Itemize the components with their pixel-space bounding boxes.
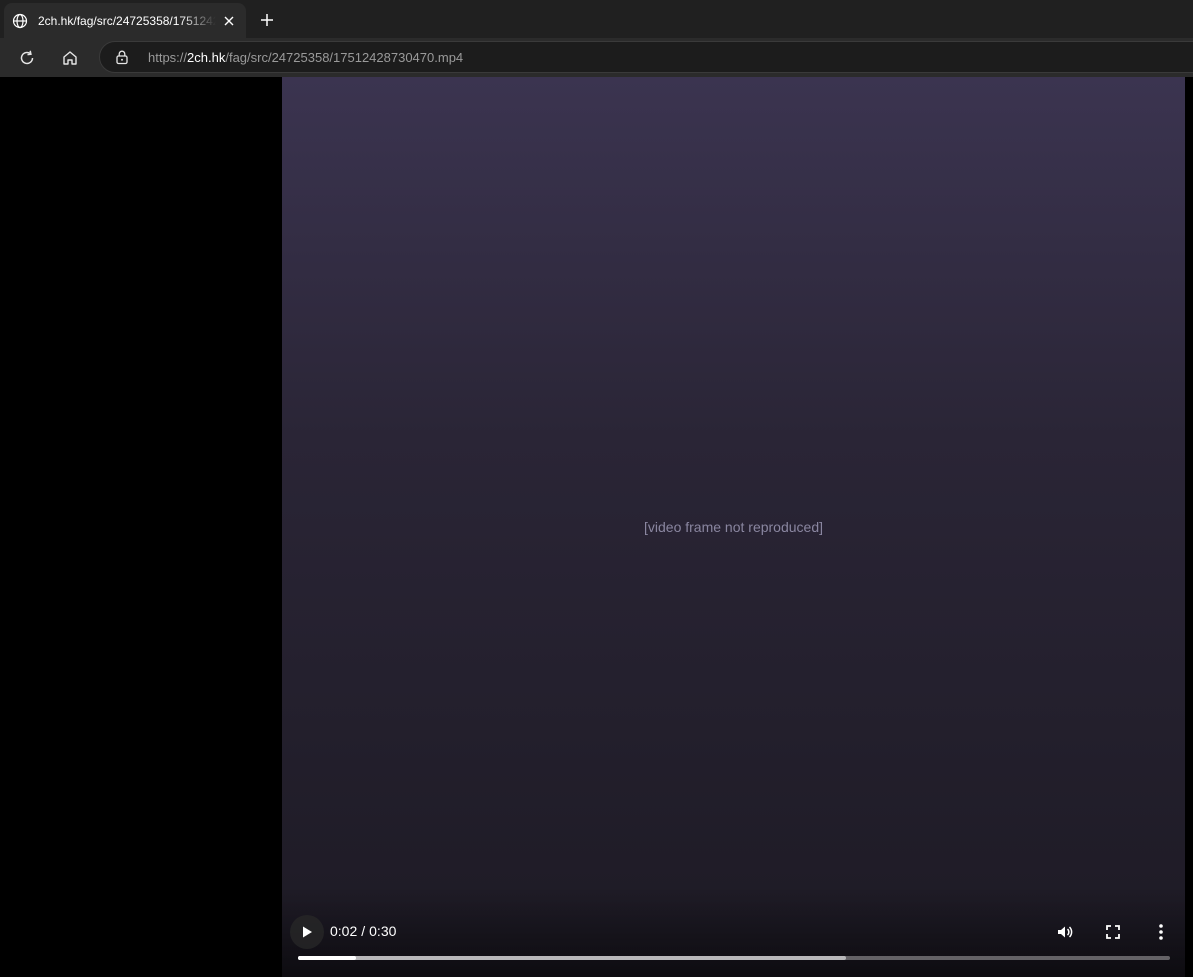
home-icon[interactable] (56, 44, 84, 72)
progress-buffered (298, 956, 846, 960)
fullscreen-icon[interactable] (1100, 919, 1126, 945)
reload-icon[interactable] (13, 44, 41, 72)
time-separator: / (361, 923, 366, 939)
controls-gradient (282, 887, 1185, 977)
progress-played (298, 956, 357, 960)
lock-icon[interactable] (114, 49, 130, 65)
progress-bar[interactable] (298, 956, 1170, 960)
address-bar[interactable]: https://2ch.hk/fag/src/24725358/17512428… (99, 41, 1193, 73)
video-player[interactable]: [video frame not reproduced] 0:02 / 0:30 (282, 77, 1185, 977)
browser-tab-active[interactable]: 2ch.hk/fag/src/24725358/17512428730470.m… (4, 3, 246, 38)
tab-strip: 2ch.hk/fag/src/24725358/17512428730470.m… (0, 0, 1193, 38)
url-prefix: https:// (148, 49, 188, 65)
page-content: [video frame not reproduced] 0:02 / 0:30 (0, 77, 1193, 977)
url-path: /fag/src/24725358/17512428730470.mp4 (225, 49, 464, 65)
browser-toolbar: https://2ch.hk/fag/src/24725358/17512428… (0, 38, 1193, 77)
url-host: 2ch.hk (187, 49, 226, 65)
url-text: https://2ch.hk/fag/src/24725358/17512428… (148, 50, 463, 65)
video-frame-placeholder: [video frame not reproduced] (644, 519, 823, 535)
current-time: 0:02 (330, 923, 358, 939)
play-button[interactable] (290, 915, 324, 949)
volume-icon[interactable] (1052, 919, 1078, 945)
globe-icon (12, 13, 28, 29)
time-display: 0:02 / 0:30 (330, 923, 396, 939)
new-tab-icon[interactable] (256, 9, 278, 31)
close-tab-icon[interactable] (220, 12, 238, 30)
tab-title: 2ch.hk/fag/src/24725358/17512428730470.m… (38, 13, 216, 28)
play-icon (303, 926, 312, 938)
more-options-icon[interactable] (1148, 919, 1174, 945)
duration: 0:30 (369, 923, 397, 939)
